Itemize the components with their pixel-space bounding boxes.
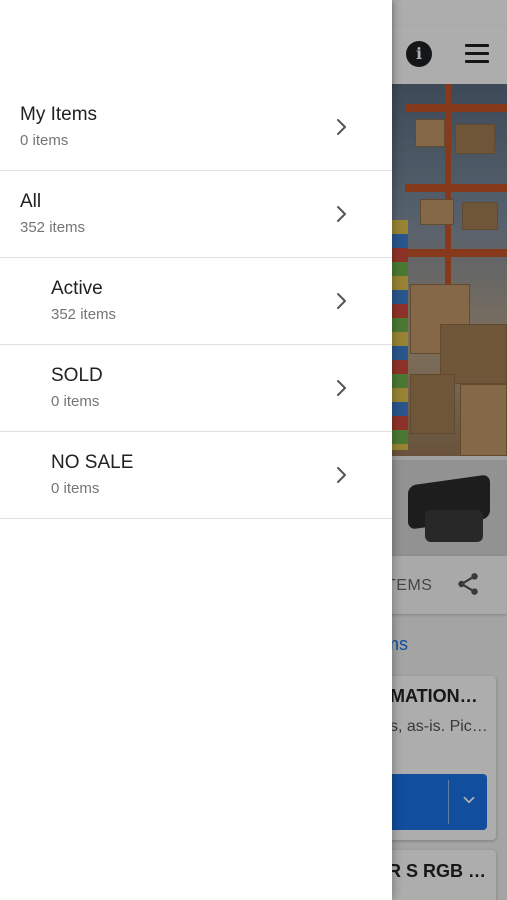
drawer-item-title: My Items xyxy=(20,104,98,125)
drawer-item-active[interactable]: Active 352 items xyxy=(0,258,392,345)
drawer-item-count: 352 items xyxy=(20,219,86,236)
drawer-item-count: 0 items xyxy=(20,132,69,149)
drawer-item-sold[interactable]: SOLD 0 items xyxy=(0,345,392,432)
drawer-header xyxy=(0,0,392,84)
chevron-right-icon xyxy=(337,119,346,135)
drawer-item-no-sale[interactable]: NO SALE 0 items xyxy=(0,432,392,519)
drawer-item-title: NO SALE xyxy=(51,452,134,473)
drawer-item-title: SOLD xyxy=(51,365,103,386)
drawer-item-count: 0 items xyxy=(51,480,100,497)
chevron-right-icon xyxy=(337,467,346,483)
drawer-item-count: 352 items xyxy=(51,306,117,323)
drawer-item-all[interactable]: All 352 items xyxy=(0,171,392,258)
chevron-right-icon xyxy=(337,206,346,222)
drawer-item-title: Active xyxy=(51,278,103,299)
drawer-item-count: 0 items xyxy=(51,393,100,410)
screen: i TEMS ms MATION… s, as-is. Pic… R S RGB… xyxy=(0,0,507,900)
drawer-item-title: All xyxy=(20,191,42,212)
navigation-drawer: My Items 0 items All 352 items Active 35… xyxy=(0,0,392,900)
chevron-right-icon xyxy=(337,380,346,396)
chevron-right-icon xyxy=(337,293,346,309)
drawer-item-my-items[interactable]: My Items 0 items xyxy=(0,84,392,171)
